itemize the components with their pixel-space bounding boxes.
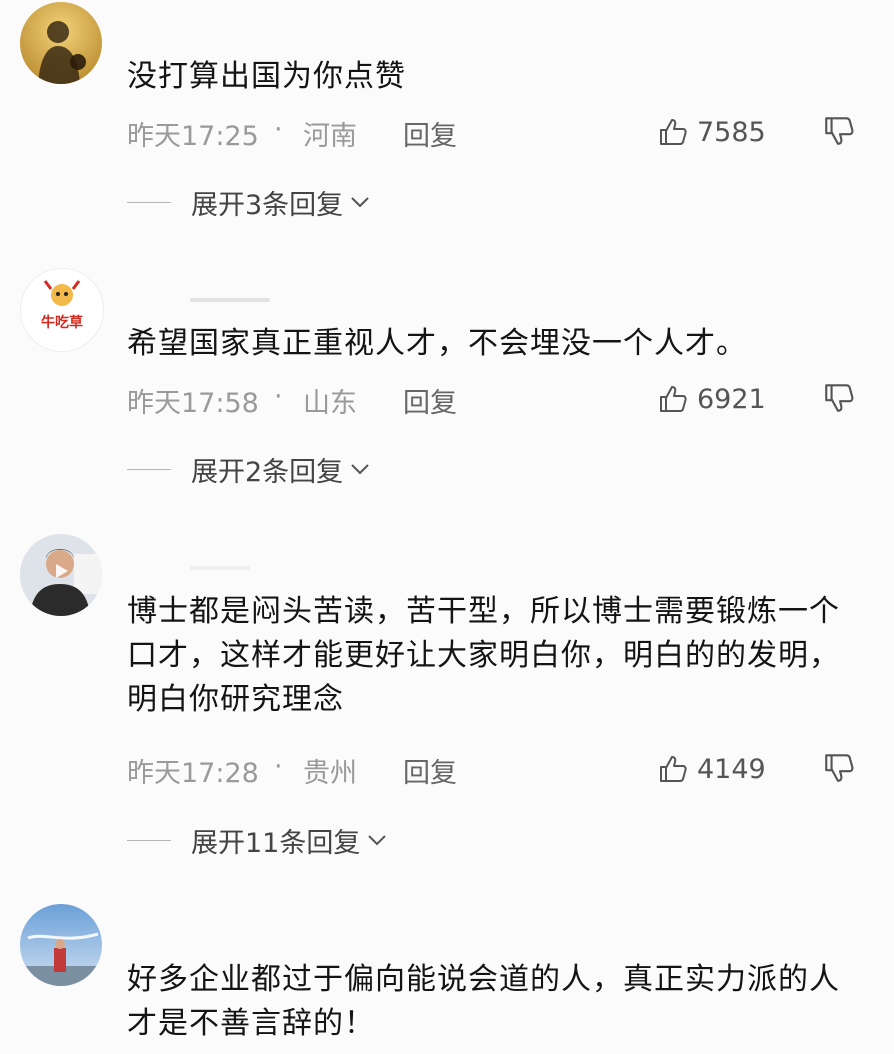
like-button[interactable]: 6921 (657, 379, 766, 419)
like-count: 7585 (697, 116, 766, 148)
username-placeholder (190, 298, 270, 302)
comment-text: 博士都是闷头苦读，苦干型，所以博士需要锻炼一个口才，这样才能更好让大家明白你，明… (127, 594, 840, 717)
like-button[interactable]: 4149 (657, 749, 766, 789)
avatar-photo-image (20, 534, 102, 616)
divider (127, 201, 171, 203)
meta-separator: · (274, 381, 283, 412)
comment-meta: 昨天17:28 · 贵州 回复 4149 (127, 751, 867, 791)
divider (127, 839, 171, 841)
like-count: 6921 (697, 383, 766, 415)
thumbs-up-icon (660, 119, 687, 145)
comment-time: 昨天17:58 (127, 388, 259, 419)
thumbs-down-icon[interactable] (822, 751, 856, 785)
expand-replies-button[interactable]: 展开11条回复 (127, 822, 388, 859)
comment-text: 没打算出国为你点赞 (127, 59, 406, 94)
avatar[interactable] (20, 534, 102, 616)
comment-meta: 昨天17:58 · 山东 回复 6921 (127, 381, 867, 421)
comment-meta: 昨天17:25 · 河南 回复 7585 (127, 114, 867, 154)
avatar[interactable]: 牛吃草 (20, 268, 104, 352)
thumbs-up-icon (660, 386, 687, 412)
expand-replies-label: 展开2条回复 (191, 456, 344, 488)
avatar-brand-text: 牛吃草 (41, 314, 83, 331)
avatar-landscape-image (20, 904, 102, 986)
divider (127, 468, 171, 470)
thumbs-up-icon (660, 756, 687, 782)
avatar-brand-logo: 牛吃草 (21, 269, 103, 351)
chevron-down-icon (368, 835, 387, 846)
expand-replies-button[interactable]: 展开3条回复 (127, 184, 371, 221)
chevron-down-icon (351, 197, 369, 208)
comment-time: 昨天17:28 (127, 758, 259, 789)
comment-location: 山东 (303, 388, 357, 419)
meta-separator: · (274, 114, 283, 145)
comment-text: 好多企业都过于偏向能说会道的人，真正实力派的人才是不善言辞的！ (127, 962, 840, 1041)
reply-button[interactable]: 回复 (403, 381, 457, 420)
comment-location: 贵州 (303, 758, 357, 789)
comment-location: 河南 (303, 121, 357, 152)
thumbs-down-icon[interactable] (822, 381, 856, 415)
thumbs-down-icon[interactable] (822, 114, 856, 148)
username-placeholder (190, 566, 250, 570)
expand-replies-button[interactable]: 展开2条回复 (127, 451, 371, 488)
comment-text: 希望国家真正重视人才，不会埋没一个人才。 (127, 326, 747, 361)
like-button[interactable]: 7585 (657, 112, 766, 152)
comment-time: 昨天17:25 (127, 121, 259, 152)
avatar[interactable] (20, 904, 102, 986)
like-count: 4149 (697, 753, 766, 785)
reply-button[interactable]: 回复 (403, 751, 457, 790)
avatar-silhouette-image (20, 2, 102, 84)
meta-separator: · (274, 751, 283, 782)
reply-button[interactable]: 回复 (403, 114, 457, 153)
expand-replies-label: 展开3条回复 (191, 189, 344, 221)
avatar[interactable] (20, 2, 102, 84)
expand-replies-label: 展开11条回复 (191, 827, 361, 859)
chevron-down-icon (351, 464, 369, 475)
